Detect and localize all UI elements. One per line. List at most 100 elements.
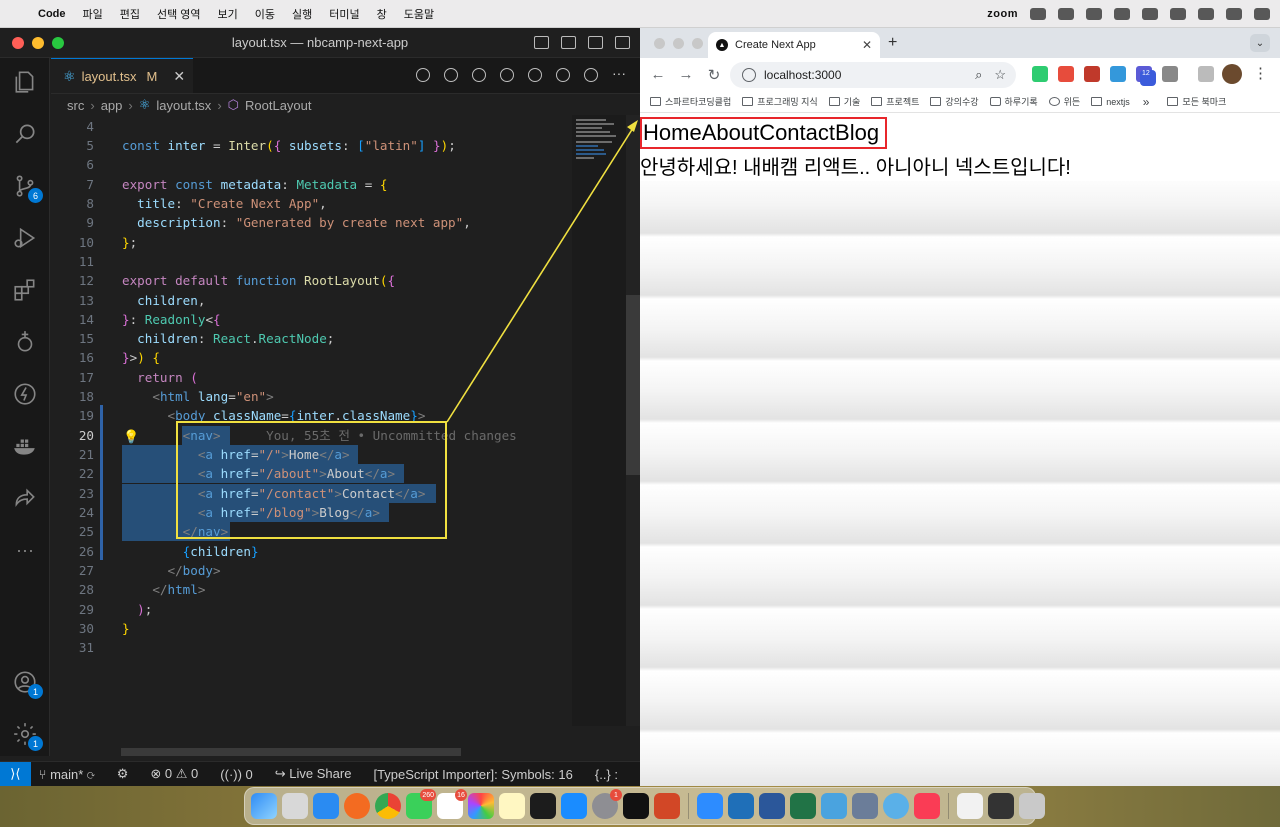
word-icon[interactable] (759, 793, 785, 819)
zoom-icon[interactable] (697, 793, 723, 819)
quicktime-icon[interactable] (883, 793, 909, 819)
extensions-icon[interactable] (11, 276, 39, 304)
battery-icon[interactable] (1142, 8, 1158, 20)
customize-layout-icon[interactable] (615, 36, 630, 49)
breadcrumb-symbol[interactable]: RootLayout (245, 98, 312, 113)
all-bookmarks-folder[interactable]: 모든 북마크 (1167, 95, 1226, 108)
messages-icon[interactable]: 260 (406, 789, 436, 819)
bookmark-link[interactable]: 위든 (1048, 95, 1080, 108)
toggle-panel-icon[interactable] (561, 36, 576, 49)
trash-icon[interactable] (1019, 793, 1045, 819)
profile-avatar[interactable] (1222, 64, 1242, 84)
excel-icon[interactable] (790, 793, 816, 819)
nav-link-contact[interactable]: Contact (759, 120, 835, 146)
bookmarks-overflow-icon[interactable]: » (1143, 95, 1150, 109)
menu-app-name[interactable]: Code (38, 8, 66, 20)
more-views-icon[interactable]: ··· (11, 536, 39, 564)
notes-icon[interactable] (499, 793, 525, 819)
search-icon[interactable] (11, 120, 39, 148)
split-editor-icon[interactable] (584, 68, 598, 82)
status-icon-1[interactable] (1030, 8, 1046, 20)
nav-link-about[interactable]: About (702, 120, 760, 146)
code-editor[interactable]: 4 5 const inter = Inter({ subsets: ["lati… (51, 115, 571, 675)
photos-icon[interactable] (468, 793, 494, 819)
scrollbar-thumb[interactable] (626, 295, 640, 475)
launchpad-icon[interactable] (282, 793, 308, 819)
breadcrumb-app[interactable]: app (101, 98, 123, 113)
menu-edit[interactable]: 편집 (120, 6, 140, 22)
address-bar[interactable]: localhost:3000 ⌕ ☆ (730, 62, 1016, 88)
horizontal-scrollbar[interactable] (121, 748, 461, 756)
docker-icon[interactable] (11, 432, 39, 460)
open-changes-icon[interactable] (444, 68, 458, 82)
tab-layout-tsx[interactable]: ⚛ layout.tsx M ✕ (51, 58, 193, 93)
site-info-icon[interactable] (742, 68, 756, 82)
braces-status[interactable]: {..} : (595, 767, 618, 782)
siri-icon[interactable] (1254, 8, 1270, 20)
bookmark-folder[interactable]: 프로그래밍 지식 (742, 95, 818, 108)
reload-button[interactable]: ↻ (700, 66, 728, 84)
zoom-lens-icon[interactable]: ⌕ (975, 67, 982, 83)
safari-icon[interactable] (313, 793, 339, 819)
status-icon-3[interactable] (1086, 8, 1102, 20)
status-icon-2[interactable] (1058, 8, 1074, 20)
browser-tab[interactable]: ▲ Create Next App ✕ (708, 32, 880, 58)
ts-importer-status[interactable]: [TypeScript Importer]: Symbols: 16 (373, 767, 572, 782)
settings-gear-icon[interactable]: 1 (11, 720, 43, 751)
extension-icon-badge[interactable]: 12 (1136, 66, 1156, 86)
minimap[interactable] (572, 115, 626, 726)
branch-indicator[interactable]: ⑂ main* ⟳ (39, 767, 95, 782)
more-actions-icon[interactable]: ··· (612, 66, 626, 82)
menu-window[interactable]: 창 (377, 6, 387, 22)
bookmark-folder[interactable]: 스파르타코딩클럽 (650, 95, 731, 108)
zoom-menu-icon[interactable]: zoom (987, 8, 1018, 20)
bookmark-folder[interactable]: 기술 (828, 95, 860, 108)
screenshot-icon[interactable] (988, 793, 1014, 819)
breadcrumb-src[interactable]: src (67, 98, 84, 113)
minimize-window-button[interactable] (32, 36, 44, 49)
control-center-icon[interactable] (1226, 8, 1242, 20)
git-lens-icon[interactable] (556, 68, 570, 82)
run-debug-icon[interactable] (11, 224, 39, 252)
minimize-window-button[interactable] (673, 38, 684, 49)
remote-indicator-icon[interactable]: ⟩⟨ (0, 761, 31, 786)
finder-icon[interactable] (251, 793, 277, 819)
ports-indicator[interactable]: ((·)) 0 (220, 767, 253, 782)
firefox-icon[interactable] (344, 793, 370, 819)
explorer-icon[interactable] (11, 68, 39, 96)
document-icon[interactable] (957, 793, 983, 819)
back-button[interactable]: ← (644, 66, 672, 83)
powerpoint-icon[interactable] (654, 793, 680, 819)
accounts-icon[interactable]: 1 (11, 668, 43, 699)
app-icon-blue[interactable] (821, 793, 847, 819)
go-forward-icon[interactable] (528, 68, 542, 82)
breadcrumb-file[interactable]: layout.tsx (156, 98, 211, 113)
problems-indicator[interactable]: ⊗ 0 ⚠ 0 (150, 766, 198, 782)
remote-explorer-icon[interactable] (11, 328, 39, 356)
wifi-icon[interactable] (1170, 8, 1186, 20)
menu-file[interactable]: 파일 (83, 6, 103, 22)
menu-view[interactable]: 보기 (218, 6, 238, 22)
thunder-client-icon[interactable] (11, 380, 39, 408)
bookmark-star-icon[interactable]: ☆ (994, 67, 1006, 83)
system-settings-icon[interactable]: 1 (592, 789, 622, 819)
menu-go[interactable]: 이동 (255, 6, 275, 22)
app-icon-gray[interactable] (852, 793, 878, 819)
vscode-icon[interactable] (728, 793, 754, 819)
terminal-icon[interactable] (530, 793, 556, 819)
bookmark-folder[interactable]: nextjs (1091, 97, 1130, 107)
slack-icon[interactable]: 16 (437, 789, 467, 819)
app-store-icon[interactable] (561, 793, 587, 819)
chrome-menu-icon[interactable]: ⋮ (1253, 64, 1268, 82)
extension-icon-3[interactable] (1084, 66, 1100, 82)
iterm-icon[interactable] (623, 793, 649, 819)
zoom-window-button[interactable] (52, 36, 64, 49)
menu-help[interactable]: 도움말 (404, 6, 434, 22)
bookmark-link[interactable]: 하루기록 (989, 95, 1038, 108)
close-window-button[interactable] (654, 38, 665, 49)
bookmark-folder[interactable]: 강의수강 (930, 95, 979, 108)
live-share-icon[interactable] (11, 484, 39, 512)
git-commit-icon[interactable] (500, 68, 514, 82)
git-graph-icon[interactable]: ⚙ (117, 766, 129, 782)
live-share-status[interactable]: ↪ Live Share (275, 766, 352, 782)
